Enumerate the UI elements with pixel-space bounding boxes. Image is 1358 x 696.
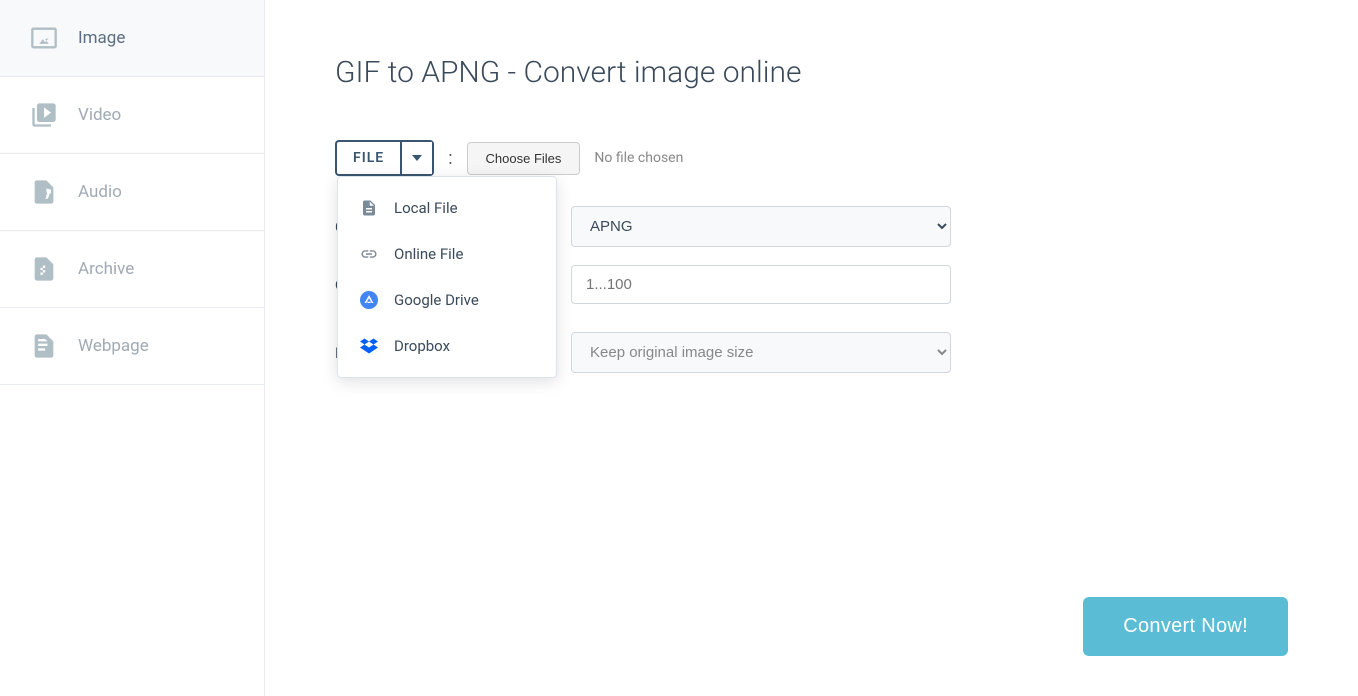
sidebar-item-audio[interactable]: Audio (0, 154, 264, 231)
sidebar-item-webpage[interactable]: Webpage (0, 308, 264, 385)
dropdown-label-google-drive: Google Drive (394, 291, 479, 309)
sidebar-label-webpage: Webpage (78, 336, 149, 356)
no-file-text: No file chosen (594, 150, 683, 166)
chevron-down-icon (412, 155, 422, 161)
dropbox-icon (358, 335, 380, 357)
format-select[interactable]: APNG (571, 206, 951, 247)
dropdown-item-dropbox[interactable]: Dropbox (338, 323, 556, 369)
link-icon (358, 243, 380, 265)
dropdown-label-online-file: Online File (394, 245, 463, 263)
choose-files-button[interactable]: Choose Files (467, 142, 581, 175)
sidebar-item-video[interactable]: Video (0, 77, 264, 154)
main-content: GIF to APNG - Convert image online FILE … (265, 0, 1358, 696)
file-button[interactable]: FILE (337, 142, 400, 174)
sidebar-item-image[interactable]: Image (0, 0, 264, 77)
dropdown-label-local-file: Local File (394, 199, 458, 217)
sidebar: Image Video Audio Archive We (0, 0, 265, 696)
video-icon (28, 99, 60, 131)
sidebar-item-archive[interactable]: Archive (0, 231, 264, 308)
page-title: GIF to APNG - Convert image online (335, 55, 1288, 90)
webpage-icon (28, 330, 60, 362)
google-icon (358, 289, 380, 311)
file-icon (358, 197, 380, 219)
audio-icon (28, 176, 60, 208)
dropdown-label-dropbox: Dropbox (394, 337, 450, 355)
sidebar-label-image: Image (78, 28, 125, 48)
convert-now-button[interactable]: Convert Now! (1083, 597, 1288, 656)
colon-separator: : (448, 148, 452, 169)
quality-input[interactable] (571, 265, 951, 304)
sidebar-label-video: Video (78, 105, 121, 125)
file-dropdown-toggle[interactable] (400, 142, 432, 174)
sidebar-label-audio: Audio (78, 182, 122, 202)
file-row: FILE Local File Online File (335, 140, 1288, 176)
archive-icon (28, 253, 60, 285)
dropdown-item-google-drive[interactable]: Google Drive (338, 277, 556, 323)
file-btn-group: FILE Local File Online File (335, 140, 434, 176)
image-icon (28, 22, 60, 54)
resize-select[interactable]: Keep original image size (571, 332, 951, 373)
dropdown-item-online-file[interactable]: Online File (338, 231, 556, 277)
file-dropdown-menu: Local File Online File Google Drive (337, 176, 557, 378)
dropdown-item-local-file[interactable]: Local File (338, 185, 556, 231)
sidebar-label-archive: Archive (78, 259, 134, 279)
